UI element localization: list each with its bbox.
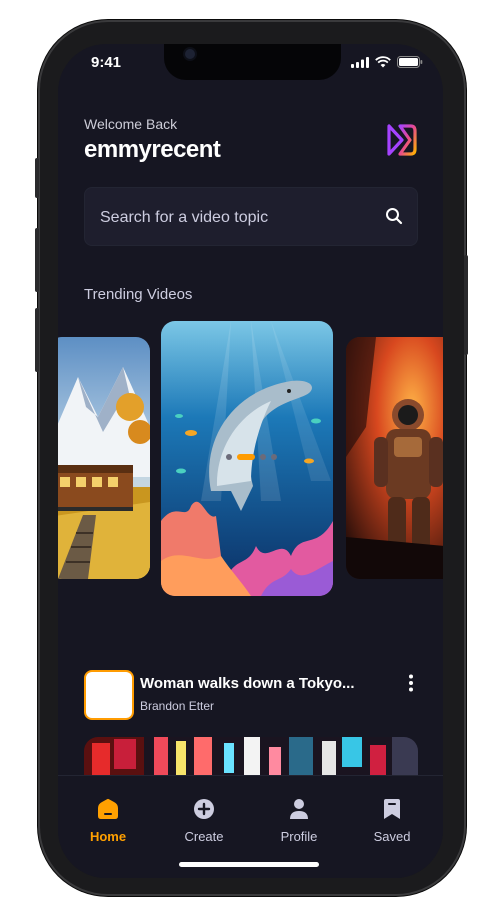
trending-card-train[interactable] (58, 337, 150, 579)
video-item[interactable]: Woman walks down a Tokyo... Brandon Ette… (84, 670, 418, 720)
search-input[interactable] (98, 188, 372, 247)
trending-card-astronaut[interactable] (346, 337, 443, 579)
app-logo-icon (387, 124, 417, 156)
status-time: 9:41 (91, 54, 122, 71)
profile-icon (290, 799, 308, 819)
astronaut-thumbnail (346, 337, 443, 579)
username: emmyrecent (84, 136, 221, 163)
status-icons (351, 56, 423, 68)
carousel-dot-active[interactable] (237, 454, 255, 460)
tab-saved[interactable]: Saved (352, 798, 432, 844)
power-button (464, 255, 468, 355)
home-indicator[interactable] (179, 862, 319, 867)
carousel-dot[interactable] (271, 454, 277, 460)
tab-profile-label: Profile (280, 829, 318, 844)
welcome-text: Welcome Back (84, 116, 178, 132)
mute-switch (35, 158, 39, 198)
video-creator: Brandon Etter (140, 699, 215, 713)
battery-icon (397, 56, 423, 68)
video-title[interactable]: Woman walks down a Tokyo... (140, 675, 370, 692)
app-screen: 9:41 Welcome Back emmyrecent Search for … (58, 44, 443, 878)
search-icon[interactable] (385, 207, 403, 225)
home-icon (98, 798, 118, 819)
signal-icon (351, 56, 369, 68)
carousel-dot[interactable] (260, 454, 266, 460)
volume-down-button (35, 308, 39, 372)
carousel-dot[interactable] (226, 454, 232, 460)
tab-saved-label: Saved (373, 829, 411, 844)
tab-create-label: Create (184, 829, 224, 844)
bookmark-icon (384, 799, 400, 819)
dynamic-island (164, 44, 341, 80)
more-options-icon[interactable] (408, 674, 414, 692)
wifi-icon (375, 56, 391, 68)
tab-home-label: Home (89, 829, 127, 844)
camera-icon (185, 49, 195, 59)
creator-avatar[interactable] (84, 670, 134, 720)
carousel-indicator (226, 454, 277, 460)
volume-up-button (35, 228, 39, 292)
trending-title: Trending Videos (84, 286, 193, 303)
search-bar[interactable] (84, 187, 418, 247)
tab-create[interactable]: Create (164, 798, 244, 844)
tab-home[interactable]: Home (68, 798, 148, 844)
tab-profile[interactable]: Profile (259, 798, 339, 844)
plus-circle-icon (194, 799, 214, 819)
train-thumbnail (58, 337, 150, 579)
